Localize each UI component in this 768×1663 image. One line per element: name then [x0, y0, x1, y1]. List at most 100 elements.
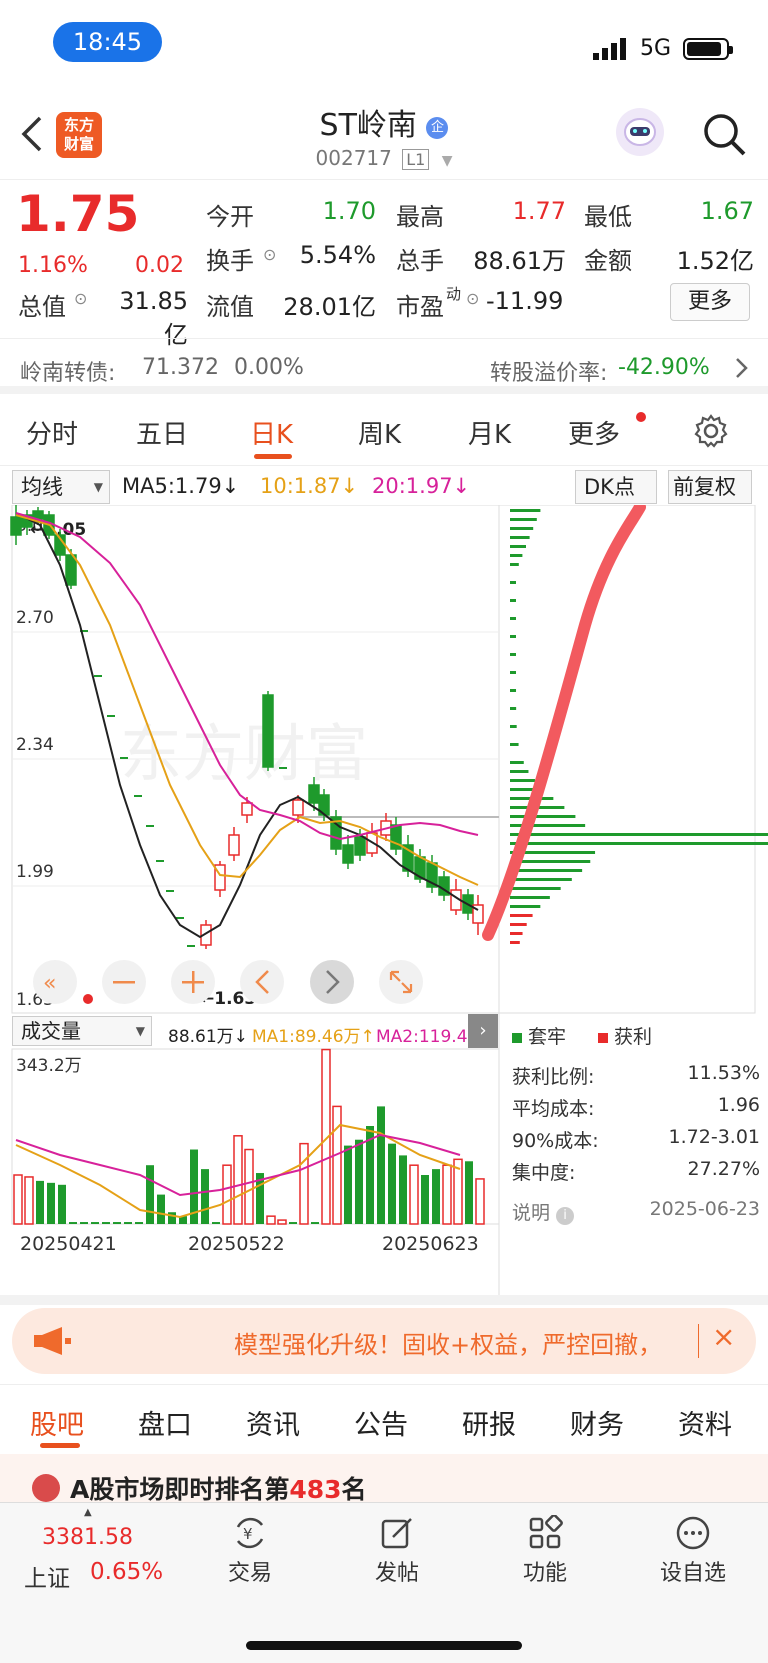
- post-icon: [381, 1518, 412, 1549]
- chip-bar: [510, 554, 523, 557]
- tab-active-indicator: [40, 1443, 80, 1448]
- home-indicator: [246, 1641, 522, 1650]
- volume-bar: [399, 1155, 407, 1224]
- ma5-value: MA5:1.79↓: [122, 474, 240, 498]
- candle-body: [187, 945, 195, 947]
- pe-value: -11.99: [486, 287, 564, 315]
- volume-bar: [135, 1222, 143, 1224]
- volume-bar: [344, 1145, 352, 1224]
- date-label-end: 20250623: [382, 1233, 479, 1255]
- candle-body: [308, 784, 320, 804]
- tab-notice[interactable]: 公告: [354, 1403, 408, 1442]
- volume-bar: [222, 1164, 232, 1225]
- tab-news[interactable]: 资讯: [246, 1403, 300, 1442]
- dk-point-button[interactable]: DK点: [575, 470, 657, 504]
- candle-body: [354, 836, 366, 856]
- candle-body: [292, 799, 304, 816]
- prev-button[interactable]: [240, 960, 284, 1004]
- info-dots-icon[interactable]: ⊙: [74, 289, 87, 308]
- fullscreen-button[interactable]: [379, 960, 423, 1004]
- low-label: 最低: [584, 203, 632, 231]
- sub-tabs: 股吧 盘口 资讯 公告 研报 财务 资料: [0, 1384, 768, 1452]
- enterprise-badge-icon: 企: [426, 117, 449, 139]
- profit-ratio-value: 11.53%: [687, 1062, 760, 1084]
- amount-label: 金额: [584, 247, 632, 275]
- chip-bar: [510, 896, 550, 899]
- chip-bar: [510, 527, 534, 530]
- volume-indicator-select[interactable]: 成交量 ▼: [12, 1016, 152, 1046]
- chip-bar: [510, 599, 516, 602]
- adjust-button[interactable]: 前复权: [668, 470, 752, 504]
- nav-functions[interactable]: 功能: [500, 1515, 590, 1587]
- avg-cost-value: 1.96: [717, 1094, 760, 1116]
- volume-bar: [69, 1222, 77, 1224]
- candle-body: [120, 757, 128, 759]
- nav-add-watchlist[interactable]: 设自选: [648, 1515, 738, 1587]
- svg-text:¥: ¥: [243, 1525, 253, 1543]
- chip-bar: [510, 833, 768, 836]
- volume-bar: [47, 1182, 55, 1224]
- battery-icon: [683, 38, 733, 60]
- convertible-bond-row[interactable]: 岭南转债: 71.372 0.00% 转股溢价率: -42.90%: [0, 338, 768, 394]
- date-label-mid: 20250522: [188, 1233, 285, 1255]
- settings-gear-icon[interactable]: [694, 414, 728, 448]
- info-dots-icon[interactable]: ⊙: [466, 289, 479, 308]
- volume-bar: [277, 1219, 287, 1225]
- volume-bar: [58, 1184, 66, 1224]
- chip-bar: [510, 689, 517, 692]
- chip-bar: [510, 914, 533, 917]
- candle-body: [228, 834, 240, 856]
- nav-post[interactable]: 发帖: [352, 1515, 442, 1587]
- assistant-avatar[interactable]: [616, 108, 664, 156]
- next-button[interactable]: [310, 960, 354, 1004]
- volume-bar: [36, 1180, 44, 1224]
- volume-value: 88.61万: [473, 247, 566, 275]
- search-icon[interactable]: [702, 112, 746, 156]
- tab-pankou[interactable]: 盘口: [138, 1403, 192, 1442]
- date-label-start: 20250421: [20, 1233, 117, 1255]
- volume-bar: [212, 1222, 220, 1224]
- tab-monthly-k[interactable]: 月K: [468, 414, 511, 451]
- volume-bar: [91, 1222, 99, 1224]
- promo-banner[interactable]: 模型强化升级！固收+权益，严控回撤， ×: [12, 1308, 756, 1374]
- rank-row[interactable]: A股市场即时排名第483名: [0, 1454, 768, 1502]
- axis-label-199: 1.99: [16, 862, 54, 882]
- candle-body: [146, 825, 154, 827]
- volume-bar: [266, 1215, 276, 1225]
- volume-bar: [421, 1175, 429, 1224]
- tab-intraday[interactable]: 分时: [26, 414, 78, 451]
- candle-body: [342, 844, 354, 864]
- volume-bar: [13, 1174, 23, 1225]
- note-link[interactable]: 说明 i: [512, 1198, 575, 1225]
- tab-active-indicator: [254, 454, 292, 459]
- tab-more[interactable]: 更多: [568, 414, 620, 451]
- info-dots-icon[interactable]: ⊙: [263, 245, 276, 264]
- tab-guba[interactable]: 股吧: [30, 1403, 84, 1442]
- tab-profile[interactable]: 资料: [678, 1403, 732, 1442]
- index-name[interactable]: 上证: [24, 1559, 70, 1593]
- ma-line: [15, 512, 479, 841]
- legend-trap: 套牢: [512, 1022, 566, 1049]
- volume-value: 88.61万↓: [168, 1027, 248, 1047]
- tab-finance[interactable]: 财务: [570, 1403, 624, 1442]
- amount-value: 1.52亿: [676, 247, 754, 275]
- index-value: 3381.58: [42, 1525, 133, 1550]
- more-button[interactable]: 更多: [670, 283, 750, 321]
- chip-bar: [510, 770, 529, 773]
- tab-weekly-k[interactable]: 周K: [358, 414, 401, 451]
- volume-bar: [311, 1222, 319, 1224]
- nav-trade[interactable]: ¥ 交易: [205, 1515, 295, 1587]
- banner-close-icon[interactable]: ×: [712, 1320, 735, 1353]
- tab-research[interactable]: 研报: [462, 1403, 516, 1442]
- signal-icon: [593, 38, 626, 60]
- cost90-label: 90%成本:: [512, 1130, 599, 1152]
- chip-bar: [510, 518, 537, 521]
- expand-arrow-icon[interactable]: ›: [468, 1014, 498, 1048]
- chip-bar: [510, 842, 768, 845]
- tab-five-day[interactable]: 五日: [136, 414, 188, 451]
- network-type: 5G: [640, 36, 672, 61]
- axis-label-234: 2.34: [16, 735, 54, 755]
- float-value: 28.01亿: [283, 293, 376, 321]
- tab-daily-k[interactable]: 日K: [250, 414, 293, 451]
- indicator-select[interactable]: 均线 ▼: [12, 470, 110, 504]
